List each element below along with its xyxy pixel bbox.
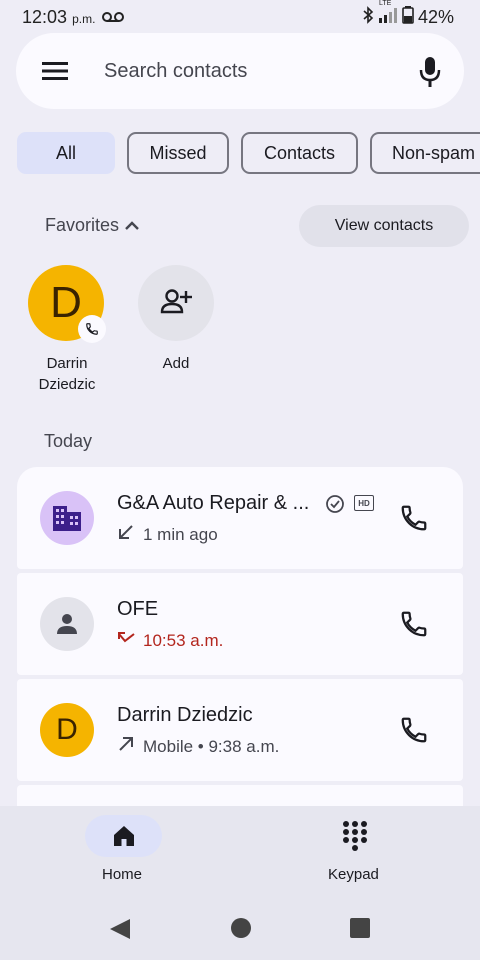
clock-ampm: p.m. <box>72 12 96 26</box>
favorites-toggle[interactable]: Favorites <box>45 215 139 236</box>
call-time: 1 min ago <box>143 524 218 544</box>
building-icon <box>53 506 81 531</box>
clock-time: 12:03 <box>22 7 68 27</box>
nav-home-label[interactable]: Home <box>102 866 142 883</box>
filter-chip-missed[interactable]: Missed <box>127 132 229 174</box>
favorite-last-name: Dziedzic <box>38 376 96 393</box>
dialpad-icon[interactable] <box>342 820 368 857</box>
nav-keypad-label[interactable]: Keypad <box>328 866 379 883</box>
favorite-name-darrin[interactable]: Darrin Dziedzic <box>20 353 114 395</box>
battery-icon <box>402 6 414 29</box>
nav-home-button[interactable] <box>85 815 162 857</box>
add-favorite-label[interactable]: Add <box>136 353 216 374</box>
call-name: OFE <box>117 598 159 620</box>
person-icon <box>57 614 77 634</box>
call-name: G&A Auto Repair & ... <box>117 492 310 514</box>
call-detail: 10:53 a.m. <box>117 629 223 652</box>
call-name: Darrin Dziedzic <box>117 704 253 726</box>
favorites-label: Favorites <box>45 215 120 235</box>
recents-icon[interactable] <box>349 917 371 944</box>
status-icons: LTE 42% <box>362 0 454 29</box>
contact-avatar: D <box>40 703 94 757</box>
call-time: Mobile • 9:38 a.m. <box>143 736 280 756</box>
bottom-navigation <box>0 806 480 906</box>
menu-icon[interactable] <box>42 61 68 86</box>
incoming-call-icon <box>117 523 135 546</box>
microphone-icon[interactable] <box>419 56 441 93</box>
call-time: 10:53 a.m. <box>143 630 224 650</box>
avatar-initial: D <box>50 278 82 327</box>
system-navigation-bar <box>0 906 480 960</box>
missed-call-icon <box>117 629 135 652</box>
phone-call-icon[interactable] <box>399 715 429 745</box>
phone-badge-icon <box>78 315 106 343</box>
outgoing-call-icon <box>117 735 135 758</box>
contact-avatar <box>40 597 94 651</box>
home-icon <box>112 824 136 853</box>
bluetooth-icon <box>362 6 374 29</box>
search-bar[interactable]: Search contacts <box>16 33 464 109</box>
call-log-item[interactable]: G&A Auto Repair & ... HD 1 min ago <box>17 467 463 569</box>
call-log-item[interactable]: D Darrin Dziedzic Mobile • 9:38 a.m. <box>17 679 463 781</box>
phone-call-icon[interactable] <box>399 609 429 639</box>
view-contacts-button[interactable]: View contacts <box>299 205 469 247</box>
business-avatar <box>40 491 94 545</box>
status-bar: 12:03 p.m. LTE 42% <box>0 0 480 34</box>
search-input[interactable]: Search contacts <box>104 60 247 83</box>
verified-icon <box>325 494 345 519</box>
avatar-initial: D <box>56 713 78 746</box>
hd-call-icon: HD <box>354 495 374 511</box>
call-detail: Mobile • 9:38 a.m. <box>117 735 279 758</box>
home-circle-icon[interactable] <box>230 917 252 944</box>
voicemail-icon <box>102 10 125 27</box>
filter-chip-all[interactable]: All <box>17 132 115 174</box>
add-person-icon <box>160 288 192 319</box>
section-today: Today <box>44 431 93 451</box>
battery-level: 42% <box>417 7 454 27</box>
add-favorite-button[interactable] <box>138 265 214 341</box>
back-icon[interactable] <box>108 917 132 946</box>
filter-chip-contacts[interactable]: Contacts <box>241 132 358 174</box>
filter-chip-non-spam[interactable]: Non-spam <box>370 132 480 174</box>
status-time: 12:03 p.m. <box>22 7 125 28</box>
signal-icon: LTE <box>378 0 398 29</box>
chevron-up-icon <box>125 215 139 236</box>
call-log-item[interactable]: OFE 10:53 a.m. <box>17 573 463 675</box>
network-type: LTE <box>378 0 392 7</box>
phone-call-icon[interactable] <box>399 503 429 533</box>
favorite-first-name: Darrin <box>46 355 88 372</box>
call-detail: 1 min ago <box>117 523 218 546</box>
